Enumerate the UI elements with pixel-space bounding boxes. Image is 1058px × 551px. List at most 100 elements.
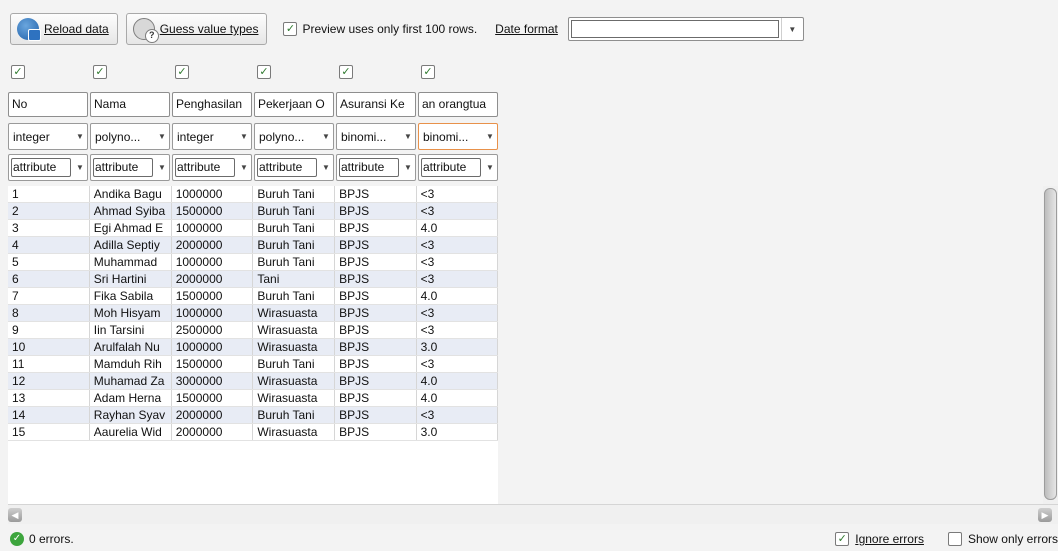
table-row[interactable]: 1 Andika Bagu 1000000 Buruh Tani BPJS <3 xyxy=(8,186,498,203)
column-name-field[interactable]: an orangtua xyxy=(418,92,498,117)
table-cell[interactable]: Buruh Tani xyxy=(252,219,336,237)
table-cell[interactable]: BPJS xyxy=(334,406,417,424)
table-cell[interactable]: Buruh Tani xyxy=(252,406,336,424)
table-cell[interactable]: Wirasuasta xyxy=(252,321,336,339)
table-row[interactable]: 7 Fika Sabila 1500000 Buruh Tani BPJS 4.0 xyxy=(8,287,498,305)
table-cell[interactable]: 1000000 xyxy=(171,338,254,356)
column-name-field[interactable]: Nama xyxy=(90,92,170,117)
table-cell[interactable]: BPJS xyxy=(334,372,417,390)
column-checkbox-penghasilan[interactable] xyxy=(175,65,189,79)
table-row[interactable]: 15 Aaurelia Wid 2000000 Wirasuasta BPJS 3.0 xyxy=(8,423,498,441)
column-name-field[interactable]: No xyxy=(8,92,88,117)
table-cell[interactable]: Buruh Tani xyxy=(252,186,336,203)
reload-data-button[interactable]: Reload data xyxy=(10,13,118,45)
table-cell[interactable]: BPJS xyxy=(334,236,417,254)
column-name-field[interactable]: Asuransi Ke xyxy=(336,92,416,117)
table-cell[interactable]: 2 xyxy=(8,202,90,220)
table-cell[interactable]: Wirasuasta xyxy=(252,338,336,356)
table-cell[interactable]: 3.0 xyxy=(416,338,498,356)
table-cell[interactable]: 1500000 xyxy=(171,202,254,220)
table-cell[interactable]: Egi Ahmad E xyxy=(89,219,172,237)
table-cell[interactable]: BPJS xyxy=(334,355,417,373)
table-cell[interactable]: <3 xyxy=(416,270,498,288)
table-cell[interactable]: Adam Herna xyxy=(89,389,172,407)
table-cell[interactable]: 1000000 xyxy=(171,219,254,237)
show-only-errors-checkbox[interactable] xyxy=(947,532,962,546)
table-cell[interactable]: Wirasuasta xyxy=(252,372,336,390)
table-cell[interactable]: 15 xyxy=(8,423,90,441)
table-cell[interactable]: <3 xyxy=(416,304,498,322)
column-role-select[interactable]: attribute ▼ xyxy=(418,154,498,181)
column-checkbox-asuransi[interactable] xyxy=(339,65,353,79)
column-role-select[interactable]: attribute ▼ xyxy=(90,154,170,181)
table-cell[interactable]: Fika Sabila xyxy=(89,287,172,305)
horizontal-scrollbar[interactable]: ◀ ▶ xyxy=(8,504,1058,524)
table-row[interactable]: 10 Arulfalah Nu 1000000 Wirasuasta BPJS 3.0 xyxy=(8,338,498,356)
table-cell[interactable]: Aaurelia Wid xyxy=(89,423,172,441)
table-cell[interactable]: 12 xyxy=(8,372,90,390)
table-cell[interactable]: 3000000 xyxy=(171,372,254,390)
table-row[interactable]: 12 Muhamad Za 3000000 Wirasuasta BPJS 4.0 xyxy=(8,372,498,390)
table-cell[interactable]: 3.0 xyxy=(416,423,498,441)
vertical-scroll-thumb[interactable] xyxy=(1044,188,1057,500)
table-row[interactable]: 6 Sri Hartini 2000000 Tani BPJS <3 xyxy=(8,270,498,288)
column-role-select[interactable]: attribute ▼ xyxy=(254,154,334,181)
date-format-combo[interactable]: ▼ xyxy=(567,17,804,41)
table-row[interactable]: 11 Mamduh Rih 1500000 Buruh Tani BPJS <3 xyxy=(8,355,498,373)
table-row[interactable]: 4 Adilla Septiy 2000000 Buruh Tani BPJS <3 xyxy=(8,236,498,254)
date-format-input[interactable] xyxy=(570,20,779,38)
table-cell[interactable]: 3 xyxy=(8,219,90,237)
table-cell[interactable]: 2000000 xyxy=(171,406,254,424)
table-cell[interactable]: Buruh Tani xyxy=(252,253,336,271)
table-cell[interactable]: <3 xyxy=(416,253,498,271)
table-cell[interactable]: <3 xyxy=(416,186,498,203)
table-cell[interactable]: BPJS xyxy=(334,202,417,220)
table-cell[interactable]: Wirasuasta xyxy=(252,389,336,407)
column-name-field[interactable]: Pekerjaan O xyxy=(254,92,334,117)
data-preview-table[interactable]: 1 Andika Bagu 1000000 Buruh Tani BPJS <3 2 Ahma… xyxy=(8,186,498,504)
table-cell[interactable]: Muhammad xyxy=(89,253,172,271)
table-cell[interactable]: 4.0 xyxy=(416,219,498,237)
table-row[interactable]: 2 Ahmad Syiba 1500000 Buruh Tani BPJS <3 xyxy=(8,202,498,220)
table-cell[interactable]: Buruh Tani xyxy=(252,355,336,373)
table-cell[interactable]: 10 xyxy=(8,338,90,356)
column-checkbox-no[interactable] xyxy=(11,65,25,79)
table-cell[interactable]: Muhamad Za xyxy=(89,372,172,390)
table-row[interactable]: 8 Moh Hisyam 1000000 Wirasuasta BPJS <3 xyxy=(8,304,498,322)
table-cell[interactable]: 4.0 xyxy=(416,287,498,305)
table-row[interactable]: 13 Adam Herna 1500000 Wirasuasta BPJS 4.0 xyxy=(8,389,498,407)
table-cell[interactable]: 2000000 xyxy=(171,423,254,441)
preview-option[interactable]: Preview uses only first 100 rows. xyxy=(283,22,477,36)
column-name-field[interactable]: Penghasilan xyxy=(172,92,252,117)
table-cell[interactable]: Mamduh Rih xyxy=(89,355,172,373)
column-checkbox-nama[interactable] xyxy=(93,65,107,79)
table-cell[interactable]: <3 xyxy=(416,355,498,373)
table-cell[interactable]: 11 xyxy=(8,355,90,373)
table-cell[interactable]: BPJS xyxy=(334,304,417,322)
column-type-select[interactable]: binomi... ▼ xyxy=(418,123,498,150)
column-checkbox-orangtua[interactable] xyxy=(421,65,435,79)
column-role-select[interactable]: attribute ▼ xyxy=(336,154,416,181)
table-cell[interactable]: <3 xyxy=(416,321,498,339)
column-type-select[interactable]: integer ▼ xyxy=(8,123,88,150)
vertical-scrollbar[interactable] xyxy=(1043,186,1058,504)
table-cell[interactable]: 4.0 xyxy=(416,389,498,407)
table-cell[interactable]: BPJS xyxy=(334,186,417,203)
table-cell[interactable]: BPJS xyxy=(334,321,417,339)
table-cell[interactable]: 6 xyxy=(8,270,90,288)
preview-checkbox[interactable] xyxy=(283,22,298,36)
table-cell[interactable]: 1500000 xyxy=(171,355,254,373)
table-cell[interactable]: Buruh Tani xyxy=(252,287,336,305)
table-cell[interactable]: 1 xyxy=(8,186,90,203)
table-cell[interactable]: Andika Bagu xyxy=(89,186,172,203)
table-cell[interactable]: Arulfalah Nu xyxy=(89,338,172,356)
table-row[interactable]: 9 Iin Tarsini 2500000 Wirasuasta BPJS <3 xyxy=(8,321,498,339)
scroll-right-icon[interactable]: ▶ xyxy=(1038,508,1052,522)
table-row[interactable]: 3 Egi Ahmad E 1000000 Buruh Tani BPJS 4.0 xyxy=(8,219,498,237)
column-type-select[interactable]: integer ▼ xyxy=(172,123,252,150)
column-role-select[interactable]: attribute ▼ xyxy=(8,154,88,181)
table-row[interactable]: 14 Rayhan Syav 2000000 Buruh Tani BPJS <3 xyxy=(8,406,498,424)
table-cell[interactable]: BPJS xyxy=(334,253,417,271)
ignore-errors-checkbox[interactable] xyxy=(835,532,850,546)
table-cell[interactable]: <3 xyxy=(416,406,498,424)
